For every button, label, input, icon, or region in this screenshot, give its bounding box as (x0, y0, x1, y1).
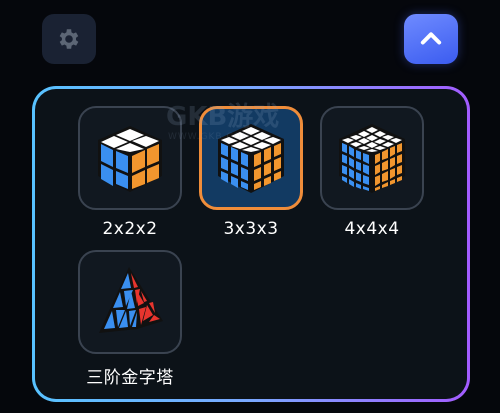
chevron-up-icon (420, 32, 442, 45)
puzzle-label-2x2x2: 2x2x2 (102, 219, 158, 239)
puzzle-option-4x4x4[interactable] (320, 106, 424, 210)
cube-3x3-icon (218, 124, 284, 193)
puzzle-option-2x2x2[interactable] (78, 106, 182, 210)
cube-4x4-icon (339, 124, 405, 193)
puzzle-selector-body: 2x2x2 3x3x3 4x4x4 三阶金字塔 (35, 89, 467, 399)
puzzle-label-3x3x3: 3x3x3 (223, 219, 279, 239)
settings-button[interactable] (42, 14, 96, 64)
puzzle-label-pyraminx: 三阶金字塔 (86, 368, 174, 388)
collapse-button[interactable] (404, 14, 458, 64)
puzzle-option-pyraminx[interactable] (78, 250, 182, 354)
puzzle-label-4x4x4: 4x4x4 (344, 219, 400, 239)
watermark-url: WWW.GKB.COM (168, 132, 251, 142)
puzzle-selector-panel: 2x2x2 3x3x3 4x4x4 三阶金字塔 (32, 86, 470, 402)
cube-2x2-icon (98, 126, 162, 192)
gear-icon (59, 29, 79, 49)
pyraminx-icon (99, 267, 163, 333)
puzzle-option-3x3x3[interactable] (199, 106, 303, 210)
